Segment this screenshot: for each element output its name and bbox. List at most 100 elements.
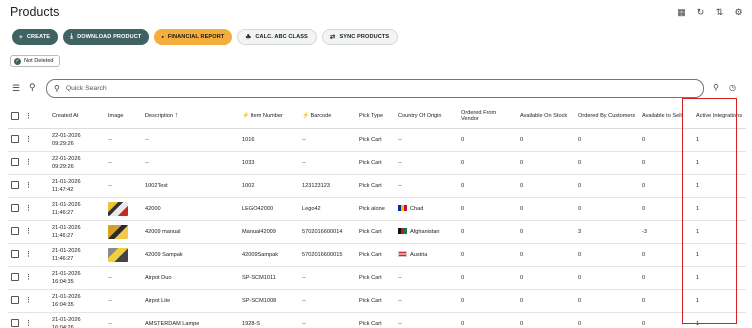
country-cell: -- (398, 320, 402, 327)
row-menu-icon[interactable]: ⋮ (25, 297, 32, 304)
ordered-by-customers-cell: 0 (578, 136, 582, 143)
ordered-by-customers-cell: 0 (578, 159, 582, 166)
table-row[interactable]: ⋮ 21-01-2026 11:46:27 42000 LEGO42000 Lego42 P… (8, 197, 746, 221)
calendar-icon[interactable]: ▦ (676, 7, 687, 18)
history-icon[interactable]: ◷ (729, 83, 736, 92)
sync-products-button[interactable]: ⇄ SYNC PRODUCTS (321, 29, 399, 45)
create-button[interactable]: + CREATE (12, 29, 59, 45)
button-label: CREATE (26, 34, 51, 40)
created-date: 22-01-2026 (52, 155, 81, 162)
row-menu-icon[interactable]: ⋮ (25, 251, 32, 258)
column-header-image[interactable]: Image (105, 104, 142, 129)
calc-abc-class-button[interactable]: ☘ CALC. ABC CLASS (237, 29, 317, 45)
column-header-available-stock[interactable]: Available On Stock (517, 104, 575, 129)
bolt-icon: ⚡ (242, 113, 250, 120)
column-label: Country Of Origin (398, 112, 442, 119)
country-cell: -- (398, 136, 402, 143)
row-menu-icon[interactable]: ⋮ (25, 320, 32, 327)
column-header-ordered-vendor[interactable]: Ordered From Vendor (458, 104, 517, 129)
active-integrations-cell: 1 (696, 274, 700, 281)
available-on-stock-cell: 0 (520, 228, 524, 235)
available-to-sell-cell: 0 (642, 251, 646, 258)
row-checkbox[interactable] (11, 250, 19, 259)
image-placeholder: -- (108, 159, 112, 166)
product-image[interactable] (108, 224, 128, 239)
ordered-by-customers-cell: 0 (578, 251, 582, 258)
financial-report-button[interactable]: ▪ FINANCIAL REPORT (154, 29, 233, 45)
created-time: 09:29:26 (52, 163, 74, 170)
row-checkbox[interactable] (11, 204, 19, 213)
product-image[interactable] (108, 247, 128, 262)
column-header-item-number[interactable]: ⚡Item Number (239, 104, 299, 129)
column-header-ordered-customers[interactable]: Ordered By Customers (575, 104, 639, 129)
ordered-by-customers-cell: 0 (578, 205, 582, 212)
available-on-stock-cell: 0 (520, 136, 524, 143)
ordered-from-vendor-cell: 0 (461, 251, 465, 258)
user-search-icon[interactable]: ⚲ (29, 82, 36, 93)
column-header-available-sell[interactable]: Available to Sell (639, 104, 693, 129)
product-image[interactable] (108, 201, 128, 216)
table-row[interactable]: ⋮ 21-01-2026 16:04:35 -- Airpot Duo SP-SCM101… (8, 266, 746, 290)
header-menu-icon[interactable]: ⋮ (25, 113, 32, 120)
available-to-sell-cell: 0 (642, 205, 646, 212)
refresh-icon[interactable]: ↻ (695, 7, 706, 18)
ordered-from-vendor-cell: 0 (461, 136, 465, 143)
column-label: Available On Stock (520, 112, 568, 119)
created-date: 21-01-2026 (52, 178, 81, 185)
download-product-button[interactable]: ⤓ DOWNLOAD PRODUCT (63, 29, 150, 45)
ordered-by-customers-cell: 3 (578, 228, 582, 235)
table-row[interactable]: ⋮ 21-01-2026 16:04:26 -- AMSTERDAM Lampe 1928… (8, 312, 746, 328)
created-time: 11:46:27 (52, 255, 74, 262)
row-menu-icon[interactable]: ⋮ (25, 205, 32, 212)
table-row[interactable]: ⋮ 22-01-2026 09:29:26 -- -- 1033 -- Pick Cart --… (8, 151, 746, 175)
row-checkbox[interactable] (11, 273, 19, 282)
column-header-pick-type[interactable]: Pick Type (356, 104, 395, 129)
row-menu-icon[interactable]: ⋮ (25, 136, 32, 143)
column-header-country[interactable]: Country Of Origin (395, 104, 458, 129)
barcode-cell: -- (302, 320, 306, 327)
available-on-stock-cell: 0 (520, 159, 524, 166)
row-checkbox[interactable] (11, 181, 19, 190)
row-checkbox[interactable] (11, 135, 19, 144)
row-checkbox[interactable] (11, 158, 19, 167)
table-row[interactable]: ⋮ 21-01-2026 11:47:42 -- 1002Test 1002 1231231… (8, 174, 746, 198)
item-number-cell: 1033 (242, 159, 255, 166)
afg-flag-icon (398, 228, 407, 235)
filter-icon[interactable]: ☰ (12, 83, 20, 94)
column-header-active-integrations[interactable]: Active Integrations (693, 104, 746, 129)
table-row[interactable]: ⋮ 22-01-2026 09:29:26 -- -- 1016 -- Pick Cart --… (8, 128, 746, 152)
search-icon[interactable]: ⚲ (713, 83, 719, 92)
created-time: 09:29:26 (52, 140, 74, 147)
sort-arrow-up-icon[interactable]: ↑ (175, 112, 179, 119)
description-cell: AMSTERDAM Lampe (145, 320, 200, 327)
active-integrations-cell: 1 (696, 159, 700, 166)
description-cell: -- (145, 159, 149, 166)
column-header-barcode[interactable]: ⚡Barcode (299, 104, 356, 129)
gear-icon[interactable]: ⚙ (733, 7, 744, 18)
ordered-from-vendor-cell: 0 (461, 159, 465, 166)
barcode-cell: -- (302, 297, 306, 304)
column-label: Item Number (250, 113, 283, 120)
created-date: 21-01-2026 (52, 247, 81, 254)
available-to-sell-cell: 0 (642, 159, 646, 166)
table-row[interactable]: ⋮ 21-01-2026 16:04:35 -- Airpot Lite SP-SCM10… (8, 289, 746, 313)
row-menu-icon[interactable]: ⋮ (25, 228, 32, 235)
sort-icon[interactable]: ⇅ (714, 7, 725, 18)
active-integrations-cell: 1 (696, 182, 700, 189)
quick-search-input[interactable] (65, 85, 666, 92)
column-header-description[interactable]: Description ↑ (142, 104, 239, 129)
row-menu-icon[interactable]: ⋮ (25, 159, 32, 166)
not-deleted-filter-chip[interactable]: ✓ Not Deleted (10, 55, 60, 67)
row-checkbox[interactable] (11, 319, 19, 328)
row-checkbox[interactable] (11, 296, 19, 305)
table-row[interactable]: ⋮ 21-01-2026 11:46:27 42009 manual Manual420… (8, 220, 746, 244)
row-menu-icon[interactable]: ⋮ (25, 182, 32, 189)
row-checkbox[interactable] (11, 227, 19, 236)
created-time: 16:04:35 (52, 278, 74, 285)
select-all-checkbox[interactable] (11, 111, 19, 120)
active-integrations-cell: 1 (696, 228, 700, 235)
column-header-created-at[interactable]: Created At (49, 104, 105, 129)
table-row[interactable]: ⋮ 21-01-2026 11:46:27 42009 Sampak 42009Samp… (8, 243, 746, 267)
ordered-by-customers-cell: 0 (578, 182, 582, 189)
row-menu-icon[interactable]: ⋮ (25, 274, 32, 281)
